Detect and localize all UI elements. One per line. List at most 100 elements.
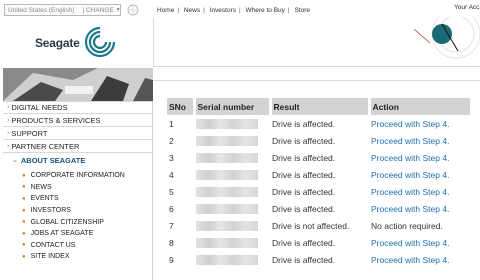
sidebar-subitem-investors[interactable]: ● INVESTORS xyxy=(22,205,152,217)
cell-action: Proceed with Step 4. xyxy=(369,183,470,200)
cell-serial-number xyxy=(194,251,270,268)
redacted-serial xyxy=(196,135,258,146)
cell-action: Proceed with Step 4. xyxy=(369,149,470,166)
sidebar-subitem-label: SITE INDEX xyxy=(30,253,70,261)
proceed-step-link[interactable]: Proceed with Step 4. xyxy=(371,255,449,265)
chevron-down-icon[interactable]: ▼ xyxy=(116,7,120,13)
bullet-icon: ● xyxy=(22,219,26,226)
bullet-icon: ● xyxy=(22,207,26,214)
bullet-icon: ● xyxy=(22,172,26,179)
redacted-serial xyxy=(196,169,258,180)
column-header-action: Action xyxy=(369,98,470,115)
cell-serial-number xyxy=(194,166,270,183)
sidebar-section-label: ABOUT SEAGATE xyxy=(20,155,86,165)
sidebar-subitem-label: GLOBAL CITIZENSHIP xyxy=(30,218,104,226)
cell-action: Proceed with Step 4. xyxy=(369,132,470,149)
serial-check-results-table: SNo Serial number Result Action 1 Drive i… xyxy=(167,98,470,268)
bullet-icon: ● xyxy=(22,230,26,237)
table-row: 4 Drive is affected. Proceed with Step 4. xyxy=(167,166,470,183)
locale-change-button[interactable]: | CHANGE xyxy=(82,7,113,14)
proceed-step-link[interactable]: Proceed with Step 4. xyxy=(371,119,449,129)
header-graphic xyxy=(413,17,480,59)
cell-sno: 1 xyxy=(169,118,174,129)
sidebar-sublist: ● CORPORATE INFORMATION ● NEWS ● EVENTS ● IN… xyxy=(3,167,152,263)
cell-serial-number xyxy=(194,217,270,234)
proceed-step-link[interactable]: Proceed with Step 4. xyxy=(371,170,449,180)
sidebar-item-partner-center[interactable]: › PARTNER CENTER xyxy=(3,140,152,153)
nav-home-link[interactable]: Home xyxy=(157,7,174,14)
header-banner xyxy=(153,17,480,67)
proceed-step-link[interactable]: Proceed with Step 4. xyxy=(371,204,449,214)
redacted-serial xyxy=(196,118,258,129)
cell-result: Drive is affected. xyxy=(272,254,336,265)
sidebar-subitem-label: EVENTS xyxy=(30,195,59,203)
sidebar-item-label: PARTNER CENTER xyxy=(11,141,80,151)
people-photo xyxy=(3,68,153,101)
sidebar-item-products-services[interactable]: › PRODUCTS & SERVICES xyxy=(3,114,152,127)
content-divider xyxy=(153,80,480,81)
locale-label: United States (English) xyxy=(8,6,75,14)
locale-selector[interactable]: United States (English) | CHANGE ▼ xyxy=(4,4,121,16)
sidebar-subitem-global-citizenship[interactable]: ● GLOBAL CITIZENSHIP xyxy=(22,216,152,228)
cell-serial-number xyxy=(194,132,270,149)
nav-investors-link[interactable]: Investors xyxy=(210,7,236,14)
cell-sno: 9 xyxy=(169,254,174,265)
table-row: 3 Drive is affected. Proceed with Step 4. xyxy=(167,149,470,166)
table-row: 2 Drive is affected. Proceed with Step 4. xyxy=(167,132,470,149)
nav-where-to-buy-link[interactable]: Where to Buy xyxy=(246,7,285,14)
column-header-sno: SNo xyxy=(167,98,196,115)
table-row: 8 Drive is affected. Proceed with Step 4. xyxy=(167,234,470,251)
sidebar-subitem-site-index[interactable]: ● SITE INDEX xyxy=(22,251,152,263)
cell-sno: 8 xyxy=(169,237,174,248)
sidebar-subitem-label: NEWS xyxy=(30,183,52,191)
bullet-icon: ● xyxy=(22,184,26,191)
bullet-icon: ● xyxy=(22,253,26,260)
account-link[interactable]: Your Acc xyxy=(454,4,479,11)
sidebar-item-digital-needs[interactable]: › DIGITAL NEEDS xyxy=(3,101,152,114)
sidebar-subitem-news[interactable]: ● NEWS xyxy=(22,182,152,194)
redacted-serial xyxy=(196,237,258,248)
chevron-right-icon: › xyxy=(7,142,10,150)
globe-icon xyxy=(127,4,139,16)
cell-sno: 3 xyxy=(169,152,174,163)
proceed-step-link[interactable]: Proceed with Step 4. xyxy=(371,238,449,248)
sidebar-section-about-seagate[interactable]: ⌄ ABOUT SEAGATE xyxy=(3,153,152,167)
redacted-serial xyxy=(196,186,258,197)
proceed-step-link[interactable]: Proceed with Step 4. xyxy=(371,136,449,146)
sidebar-item-support[interactable]: › SUPPORT xyxy=(3,127,152,140)
sidebar-subitem-label: CONTACT US xyxy=(30,241,76,249)
table-row: 6 Drive is affected. Proceed with Step 4. xyxy=(167,200,470,217)
cell-action: Proceed with Step 4. xyxy=(369,251,470,268)
cell-result: Drive is affected. xyxy=(272,135,336,146)
cell-action: No action required. xyxy=(369,217,470,234)
cell-serial-number xyxy=(194,234,270,251)
cell-action: Proceed with Step 4. xyxy=(369,234,470,251)
redacted-serial xyxy=(196,152,258,163)
sidebar-subitem-jobs[interactable]: ● JOBS AT SEAGATE xyxy=(22,228,152,240)
logo[interactable]: Seagate xyxy=(0,17,153,67)
cell-action: Proceed with Step 4. xyxy=(369,200,470,217)
cell-result: Drive is affected. xyxy=(272,169,336,180)
table-header-row: SNo Serial number Result Action xyxy=(167,98,470,115)
sidebar-subitem-corporate-information[interactable]: ● CORPORATE INFORMATION xyxy=(22,170,152,182)
chevron-right-icon: › xyxy=(7,116,10,124)
cell-sno: 7 xyxy=(169,220,174,231)
chevron-down-icon: ⌄ xyxy=(12,157,18,164)
sidebar-subitem-events[interactable]: ● EVENTS xyxy=(22,193,152,205)
cell-result: Drive is affected. xyxy=(272,152,336,163)
cell-sno: 5 xyxy=(169,186,174,197)
sidebar-subitem-contact-us[interactable]: ● CONTACT US xyxy=(22,240,152,252)
cell-result: Drive is affected. xyxy=(272,118,336,129)
cell-action: Proceed with Step 4. xyxy=(369,166,470,183)
cell-sno: 4 xyxy=(169,169,174,180)
action-text: No action required. xyxy=(371,220,443,231)
nav-news-link[interactable]: News xyxy=(184,7,200,14)
proceed-step-link[interactable]: Proceed with Step 4. xyxy=(371,153,449,163)
proceed-step-link[interactable]: Proceed with Step 4. xyxy=(371,187,449,197)
cell-result: Drive is affected. xyxy=(272,203,336,214)
table-row: 7 Drive is not affected. No action require… xyxy=(167,217,470,234)
cell-serial-number xyxy=(194,115,270,132)
nav-store-link[interactable]: Store xyxy=(294,7,310,14)
sidebar-item-label: DIGITAL NEEDS xyxy=(11,103,68,112)
seagate-swirl-icon xyxy=(84,26,116,58)
